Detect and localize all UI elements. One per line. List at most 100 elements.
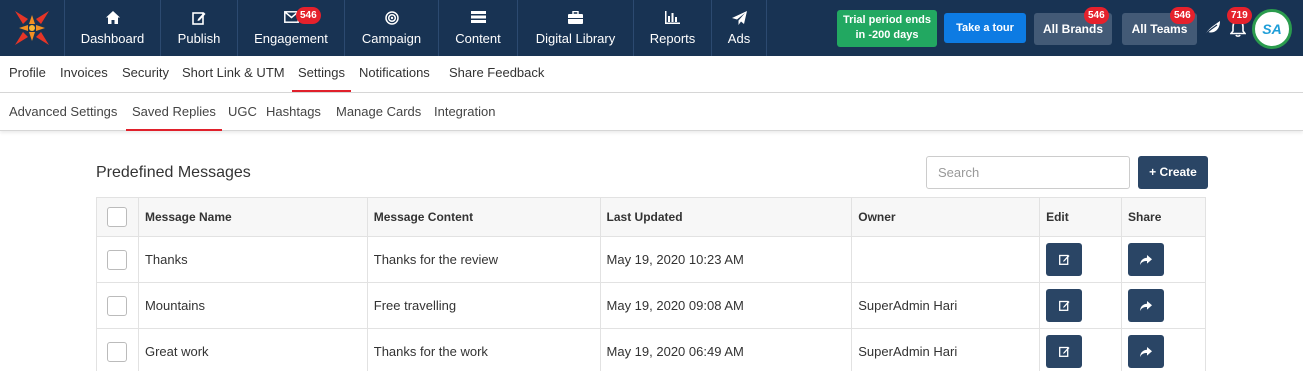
owner: SuperAdmin Hari bbox=[851, 328, 1041, 371]
tab-notifications[interactable]: Notifications bbox=[359, 65, 430, 80]
mail-icon bbox=[238, 11, 344, 25]
subtab-manage-cards[interactable]: Manage Cards bbox=[336, 104, 421, 119]
target-icon bbox=[345, 11, 438, 25]
row-checkbox[interactable] bbox=[107, 295, 128, 316]
last-updated: May 19, 2020 10:23 AM bbox=[599, 236, 853, 283]
message-content: Thanks for the work bbox=[366, 328, 601, 371]
row-checkbox[interactable] bbox=[107, 249, 128, 270]
all-teams-label: All Teams bbox=[1131, 22, 1188, 36]
subtab-integration[interactable]: Integration bbox=[434, 104, 495, 119]
share-button[interactable] bbox=[1128, 243, 1165, 276]
message-content: Free travelling bbox=[366, 282, 601, 329]
select-all-cell bbox=[96, 197, 139, 237]
edit-icon bbox=[1058, 300, 1070, 311]
header-last-updated[interactable]: Last Updated bbox=[599, 197, 853, 237]
edit-cell bbox=[1039, 328, 1123, 371]
row-checkbox[interactable] bbox=[107, 341, 128, 362]
edit-icon bbox=[161, 11, 237, 25]
table-row: Great work Thanks for the work May 19, 2… bbox=[96, 328, 1206, 371]
share-cell bbox=[1121, 328, 1206, 371]
home-icon bbox=[65, 11, 160, 25]
top-navbar: Dashboard Publish 546 Engagement Campaig… bbox=[0, 0, 1303, 56]
row-select-cell bbox=[96, 282, 139, 329]
search-input[interactable] bbox=[926, 156, 1130, 189]
nav-campaign-label: Campaign bbox=[361, 31, 422, 46]
settings-subtabs: Advanced Settings Saved Replies UGC Hash… bbox=[0, 93, 1303, 131]
create-button[interactable]: + Create bbox=[1138, 156, 1208, 189]
header-message-content[interactable]: Message Content bbox=[366, 197, 601, 237]
header-message-name[interactable]: Message Name bbox=[137, 197, 368, 237]
subtab-saved-replies[interactable]: Saved Replies bbox=[126, 104, 222, 131]
tab-share-feedback[interactable]: Share Feedback bbox=[449, 65, 544, 80]
avatar-initials: SA bbox=[1262, 21, 1282, 37]
brands-badge: 546 bbox=[1084, 7, 1109, 24]
nav-engagement[interactable]: 546 Engagement bbox=[237, 0, 344, 56]
nav-engagement-label: Engagement bbox=[254, 31, 328, 46]
edit-cell bbox=[1039, 236, 1123, 283]
table-row: Thanks Thanks for the review May 19, 202… bbox=[96, 236, 1206, 283]
nav-content-label: Content bbox=[455, 31, 501, 46]
nav-campaign[interactable]: Campaign bbox=[344, 0, 438, 56]
owner: SuperAdmin Hari bbox=[851, 282, 1041, 329]
edit-button[interactable] bbox=[1046, 243, 1083, 276]
header-edit: Edit bbox=[1039, 197, 1123, 237]
edit-icon bbox=[1058, 254, 1070, 265]
nav-publish[interactable]: Publish bbox=[160, 0, 237, 56]
share-cell bbox=[1121, 282, 1206, 329]
teams-badge: 546 bbox=[1170, 7, 1195, 24]
brand-logo[interactable] bbox=[0, 0, 64, 56]
last-updated: May 19, 2020 09:08 AM bbox=[599, 282, 853, 329]
share-button[interactable] bbox=[1128, 335, 1165, 368]
trial-line-1: Trial period ends bbox=[842, 14, 932, 26]
all-brands-label: All Brands bbox=[1042, 22, 1103, 36]
subtab-advanced-settings[interactable]: Advanced Settings bbox=[9, 104, 117, 119]
table-header-row: Message Name Message Content Last Update… bbox=[96, 197, 1206, 237]
paper-plane-icon bbox=[712, 11, 766, 25]
header-owner[interactable]: Owner bbox=[851, 197, 1041, 237]
share-arrow-icon bbox=[1140, 346, 1153, 357]
tab-profile[interactable]: Profile bbox=[9, 65, 46, 80]
nav-dashboard[interactable]: Dashboard bbox=[64, 0, 160, 56]
last-updated: May 19, 2020 06:49 AM bbox=[599, 328, 853, 371]
list-icon bbox=[439, 11, 517, 25]
briefcase-icon bbox=[518, 11, 633, 25]
logo-icon bbox=[15, 11, 49, 45]
subtab-ugc[interactable]: UGC bbox=[228, 104, 257, 119]
message-name: Mountains bbox=[137, 282, 368, 329]
tab-settings[interactable]: Settings bbox=[292, 65, 351, 92]
nav-publish-label: Publish bbox=[177, 31, 221, 46]
messages-table: Message Name Message Content Last Update… bbox=[96, 197, 1206, 371]
message-content: Thanks for the review bbox=[366, 236, 601, 283]
share-cell bbox=[1121, 236, 1206, 283]
take-a-tour-button[interactable]: Take a tour bbox=[944, 13, 1026, 43]
message-name: Great work bbox=[137, 328, 368, 371]
row-select-cell bbox=[96, 328, 139, 371]
nav-ads[interactable]: Ads bbox=[711, 0, 767, 56]
edit-icon bbox=[1058, 346, 1070, 357]
nav-content[interactable]: Content bbox=[438, 0, 517, 56]
nav-ads-label: Ads bbox=[727, 31, 751, 46]
edit-cell bbox=[1039, 282, 1123, 329]
nav-digital-library[interactable]: Digital Library bbox=[517, 0, 633, 56]
nav-dashboard-label: Dashboard bbox=[80, 31, 145, 46]
select-all-checkbox[interactable] bbox=[107, 207, 128, 227]
edit-button[interactable] bbox=[1046, 335, 1083, 368]
share-button[interactable] bbox=[1128, 289, 1165, 322]
owner bbox=[851, 236, 1041, 283]
avatar[interactable]: SA bbox=[1252, 9, 1292, 49]
engagement-badge: 546 bbox=[296, 7, 321, 24]
trial-period-button[interactable]: Trial period ends in -200 days bbox=[837, 10, 937, 47]
edit-button[interactable] bbox=[1046, 289, 1083, 322]
nav-reports-label: Reports bbox=[649, 31, 696, 46]
row-select-cell bbox=[96, 236, 139, 283]
tab-short-link-utm[interactable]: Short Link & UTM bbox=[182, 65, 285, 80]
table-row: Mountains Free travelling May 19, 2020 0… bbox=[96, 282, 1206, 329]
subtab-hashtags[interactable]: Hashtags bbox=[266, 104, 321, 119]
leaf-icon[interactable] bbox=[1203, 18, 1223, 38]
tab-invoices[interactable]: Invoices bbox=[60, 65, 108, 80]
notifications-badge: 719 bbox=[1227, 7, 1252, 24]
header-share: Share bbox=[1121, 197, 1206, 237]
tab-security[interactable]: Security bbox=[122, 65, 169, 80]
page-title: Predefined Messages bbox=[96, 164, 251, 181]
nav-reports[interactable]: Reports bbox=[633, 0, 711, 56]
